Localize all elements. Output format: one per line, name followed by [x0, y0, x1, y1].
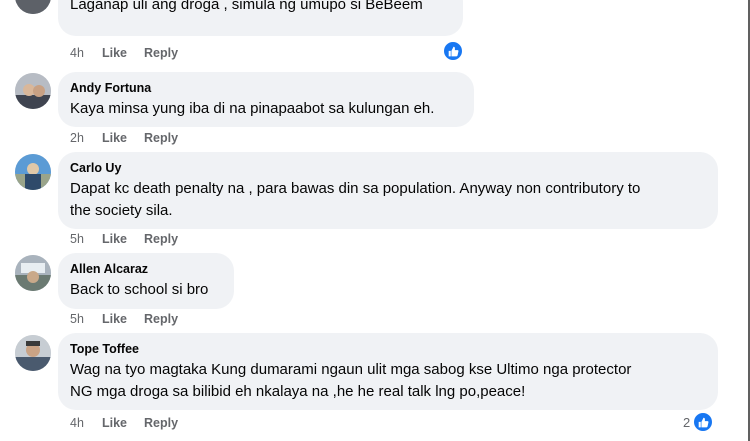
comment-text: Dapat kc death penalty na , para bawas d…: [70, 180, 641, 219]
comment-actions: 4h Like Reply: [70, 415, 178, 431]
comment-actions: 5h Like Reply: [70, 231, 178, 247]
reply-button[interactable]: Reply: [144, 415, 178, 431]
comment-author[interactable]: Tope Toffee: [70, 341, 706, 357]
reaction-count: 2: [683, 414, 691, 430]
comment-author[interactable]: Allen Alcaraz: [70, 261, 222, 277]
like-button[interactable]: Like: [102, 45, 144, 61]
comment-bubble: Tope Toffee Wag na tyo magtaka Kung duma…: [58, 333, 718, 410]
reply-button[interactable]: Reply: [144, 311, 178, 327]
comment-bubble: Laganap uli ang droga , simula ng umupo …: [58, 0, 463, 36]
comment-author[interactable]: Andy Fortuna: [70, 80, 462, 96]
avatar[interactable]: [15, 154, 51, 190]
comment-timestamp[interactable]: 2h: [70, 130, 102, 146]
reaction-summary[interactable]: [440, 40, 464, 62]
comment-timestamp[interactable]: 4h: [70, 45, 102, 61]
avatar[interactable]: [15, 73, 51, 109]
comment-text: Laganap uli ang droga , simula ng umupo …: [70, 0, 423, 13]
comment-actions: 4h Like Reply: [70, 45, 178, 61]
comment-timestamp[interactable]: 5h: [70, 311, 102, 327]
avatar[interactable]: [15, 0, 51, 14]
like-button[interactable]: Like: [102, 231, 144, 247]
avatar[interactable]: [15, 255, 51, 291]
like-reaction-icon: [692, 411, 715, 433]
comment-timestamp[interactable]: 4h: [70, 415, 102, 431]
reply-button[interactable]: Reply: [144, 45, 178, 61]
comment-author[interactable]: Carlo Uy: [70, 160, 706, 176]
reply-button[interactable]: Reply: [144, 231, 178, 247]
like-button[interactable]: Like: [102, 311, 144, 327]
reply-button[interactable]: Reply: [144, 130, 178, 146]
like-reaction-icon: [442, 40, 464, 62]
comment-actions: 2h Like Reply: [70, 130, 178, 146]
comment-bubble: Carlo Uy Dapat kc death penalty na , par…: [58, 152, 718, 229]
like-button[interactable]: Like: [102, 130, 144, 146]
avatar[interactable]: [15, 335, 51, 371]
like-button[interactable]: Like: [102, 415, 144, 431]
reaction-summary[interactable]: 2: [683, 411, 715, 433]
comment-bubble: Andy Fortuna Kaya minsa yung iba di na p…: [58, 72, 474, 127]
comment-text: Back to school si bro: [70, 281, 209, 298]
comment-timestamp[interactable]: 5h: [70, 231, 102, 247]
comment-text: Kaya minsa yung iba di na pinapaabot sa …: [70, 100, 435, 117]
comment-text: Wag na tyo magtaka Kung dumarami ngaun u…: [70, 361, 632, 400]
comment-bubble: Allen Alcaraz Back to school si bro: [58, 253, 234, 309]
comment-actions: 5h Like Reply: [70, 311, 178, 327]
